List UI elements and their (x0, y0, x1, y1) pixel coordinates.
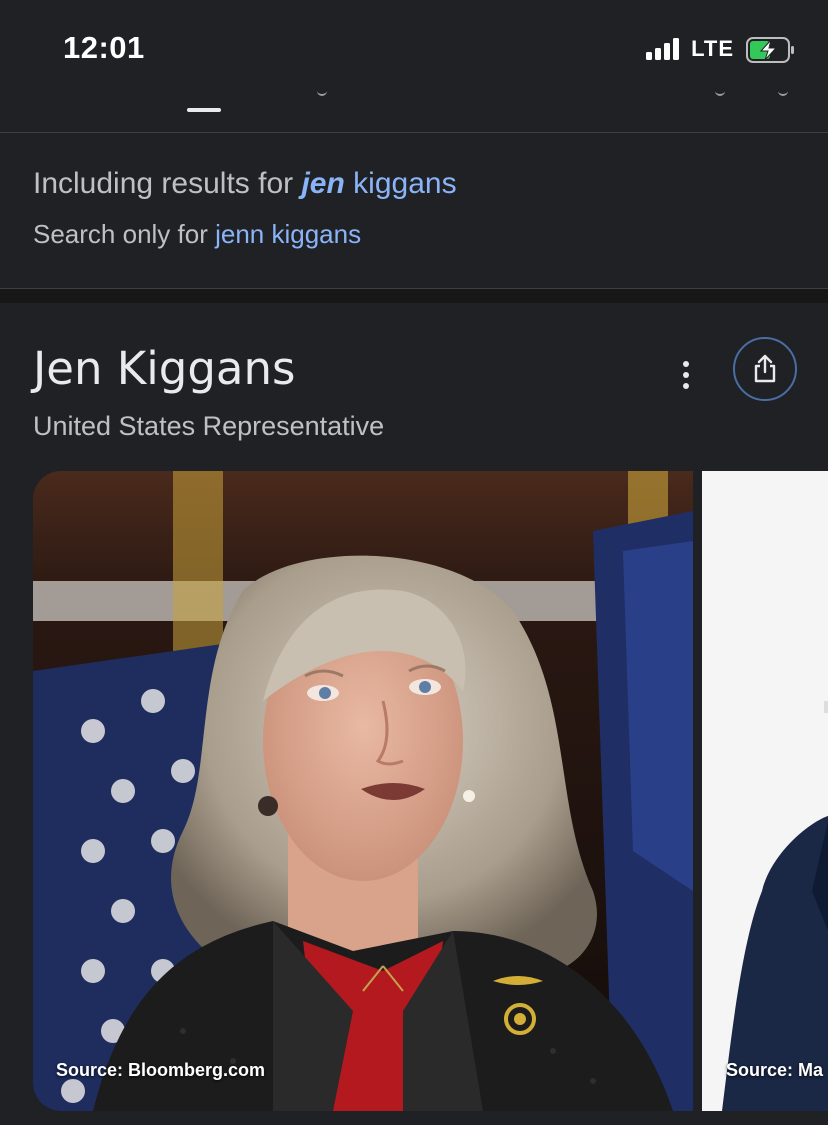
kp-subtitle: United States Representative (33, 411, 385, 441)
kp-title: Jen Kiggans (33, 342, 296, 395)
search-tab-strip (0, 82, 828, 133)
kp-image-secondary[interactable]: Source: Ma (702, 471, 828, 1111)
portrait-photo (702, 471, 828, 1111)
image-source-caption: Source: Ma (726, 1060, 824, 1080)
share-icon (754, 354, 776, 383)
network-type: LTE (691, 36, 734, 61)
tab-fragment[interactable] (778, 88, 788, 96)
search-only-prefix: Search only for (33, 219, 216, 249)
portrait-photo (33, 471, 693, 1111)
corrected-word: jen (301, 167, 345, 200)
status-icons: LTE (646, 36, 794, 63)
knowledge-panel: Jen Kiggans United States Representative (0, 303, 828, 1125)
including-results-line: Including results for jen kiggans (33, 167, 457, 201)
signal-icon (646, 38, 680, 60)
original-query-link[interactable]: jenn kiggans (215, 219, 361, 249)
image-source-caption: Source: Bloomberg.com (56, 1060, 266, 1080)
share-button[interactable] (733, 337, 797, 401)
kp-image-main[interactable]: Source: Bloomberg.com (33, 471, 693, 1111)
section-divider (0, 289, 828, 303)
status-time: 12:01 (63, 30, 145, 65)
active-tab-indicator (187, 108, 221, 112)
tab-fragment[interactable] (317, 88, 327, 96)
corrected-query-link[interactable]: jen kiggans (301, 167, 456, 200)
more-vert-icon[interactable] (672, 355, 700, 395)
tab-fragment[interactable] (715, 88, 725, 96)
battery-charging-icon (746, 37, 794, 63)
search-only-line: Search only for jenn kiggans (33, 219, 361, 250)
spelling-correction: Including results for jen kiggans Search… (0, 133, 828, 289)
corrected-rest: kiggans (344, 167, 457, 200)
including-results-prefix: Including results for (33, 167, 302, 200)
